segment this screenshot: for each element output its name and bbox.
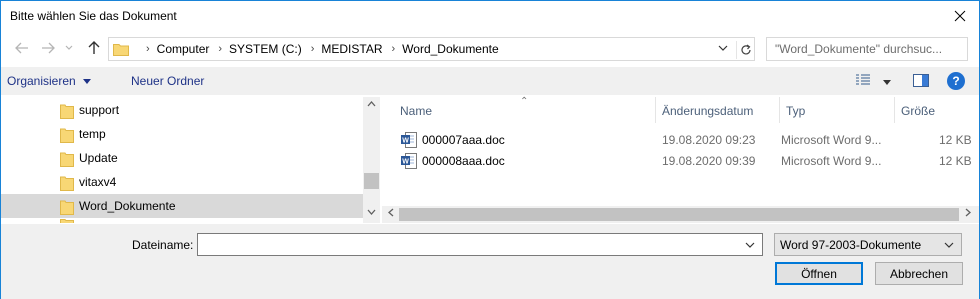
tree-item-label: Update [79, 151, 118, 165]
address-bar[interactable]: › Computer › SYSTEM (C:) › MEDISTAR › Wo… [108, 37, 755, 61]
close-icon [954, 10, 966, 22]
back-button[interactable] [13, 39, 31, 57]
column-header-name[interactable]: Name [382, 97, 656, 123]
command-toolbar: Organisieren Neuer Ordner ? [1, 67, 979, 95]
chevron-down-icon [83, 79, 92, 84]
up-button[interactable] [85, 39, 103, 57]
file-size: 12 KB [939, 133, 972, 147]
file-type: Microsoft Word 9... [781, 133, 882, 147]
dialog-footer: Dateiname: Word 97-2003-Dokumente Öffnen… [1, 224, 979, 299]
file-open-dialog: Bitte wählen Sie das Dokument › Computer… [0, 0, 980, 299]
cancel-button[interactable]: Abbrechen [875, 262, 963, 285]
chevron-down-icon [883, 80, 892, 85]
preview-pane-button[interactable] [913, 74, 929, 90]
tree-item-partial [1, 218, 363, 223]
change-view-button[interactable] [856, 74, 892, 89]
file-list-horizontal-scrollbar[interactable] [382, 206, 979, 223]
recent-locations-button[interactable] [63, 39, 75, 57]
scroll-left-arrow-icon[interactable] [388, 208, 394, 217]
navigation-tree: support temp Update vitaxv4 Word_Dokumen… [1, 97, 381, 223]
file-name: 000007aaa.doc [422, 133, 505, 147]
column-header-date[interactable]: Änderungsdatum [656, 97, 780, 123]
tree-vertical-scrollbar[interactable] [363, 97, 380, 223]
scroll-down-arrow-icon[interactable] [367, 209, 376, 215]
breadcrumb-computer[interactable]: Computer [157, 42, 210, 56]
file-list: ⌃ Name Änderungsdatum Typ Größe W 000007… [382, 96, 979, 223]
breadcrumb-system-drive[interactable]: SYSTEM (C:) [229, 42, 302, 56]
filetype-select[interactable]: Word 97-2003-Dokumente [774, 233, 962, 256]
tree-item-label: Word_Dokumente [79, 199, 176, 213]
help-icon[interactable]: ? [947, 72, 965, 90]
scroll-up-arrow-icon[interactable] [367, 101, 376, 107]
folder-icon [113, 44, 129, 56]
folder-icon [60, 152, 74, 167]
new-folder-button[interactable]: Neuer Ordner [131, 74, 204, 88]
breadcrumb-separator-icon: › [146, 43, 150, 55]
breadcrumb-word-dokumente[interactable]: Word_Dokumente [402, 42, 499, 56]
word-document-icon: W [401, 132, 417, 148]
breadcrumb-separator-icon[interactable]: › [392, 43, 396, 55]
tree-item-label: support [79, 103, 120, 117]
chevron-down-icon [65, 45, 73, 50]
folder-icon [60, 200, 74, 215]
file-row[interactable]: W 000008aaa.doc 19.08.2020 09:39 Microso… [382, 150, 979, 172]
folder-icon [60, 128, 74, 143]
folder-icon [60, 104, 74, 119]
scroll-right-arrow-icon[interactable] [965, 208, 971, 217]
file-date: 19.08.2020 09:39 [662, 154, 756, 168]
breadcrumb-separator-icon[interactable]: › [218, 43, 222, 55]
forward-button[interactable] [39, 39, 57, 57]
dialog-title: Bitte wählen Sie das Dokument [10, 9, 177, 23]
tree-item-vitaxv4[interactable]: vitaxv4 [1, 170, 363, 194]
tree-item-word-dokumente[interactable]: Word_Dokumente [1, 194, 363, 218]
forward-arrow-icon [42, 42, 55, 54]
folder-icon [60, 219, 74, 223]
chevron-down-icon [944, 242, 954, 248]
address-dropdown-icon[interactable] [717, 42, 729, 54]
file-date: 19.08.2020 09:23 [662, 133, 756, 147]
refresh-button[interactable] [736, 41, 754, 59]
word-document-icon: W [401, 153, 417, 169]
file-type: Microsoft Word 9... [781, 154, 882, 168]
refresh-icon [740, 44, 751, 55]
open-button[interactable]: Öffnen [775, 262, 863, 285]
svg-text:W: W [402, 138, 409, 145]
file-name: 000008aaa.doc [422, 154, 505, 168]
filename-label: Dateiname: [132, 238, 194, 252]
breadcrumb-separator-icon[interactable]: › [311, 43, 315, 55]
tree-item-support[interactable]: support [1, 98, 363, 122]
filename-input[interactable] [197, 233, 763, 256]
column-header-type[interactable]: Typ [780, 97, 895, 123]
column-header-size[interactable]: Größe [895, 97, 979, 123]
chevron-down-icon[interactable] [744, 239, 756, 251]
file-row[interactable]: W 000007aaa.doc 19.08.2020 09:23 Microso… [382, 129, 979, 151]
tree-item-label: temp [79, 127, 106, 141]
organize-button[interactable]: Organisieren [7, 74, 92, 88]
file-size: 12 KB [939, 154, 972, 168]
breadcrumb: › Computer › SYSTEM (C:) › MEDISTAR › Wo… [137, 38, 499, 60]
details-view-icon [856, 74, 870, 85]
preview-pane-icon [913, 74, 929, 87]
up-arrow-icon [88, 41, 100, 54]
navigation-bar: › Computer › SYSTEM (C:) › MEDISTAR › Wo… [1, 35, 979, 63]
tree-item-label: vitaxv4 [79, 175, 117, 189]
close-button[interactable] [951, 7, 969, 25]
scrollbar-thumb[interactable] [399, 208, 959, 221]
filetype-value: Word 97-2003-Dokumente [780, 238, 922, 252]
svg-text:W: W [402, 159, 409, 166]
back-arrow-icon [15, 42, 28, 54]
organize-label: Organisieren [7, 74, 76, 88]
breadcrumb-medistar[interactable]: MEDISTAR [321, 42, 382, 56]
tree-item-temp[interactable]: temp [1, 122, 363, 146]
tree-item-update[interactable]: Update [1, 146, 363, 170]
folder-icon [60, 176, 74, 191]
search-input[interactable]: "Word_Dokumente" durchsuc... [766, 37, 968, 61]
title-bar: Bitte wählen Sie das Dokument [1, 1, 979, 31]
scrollbar-thumb[interactable] [364, 173, 379, 189]
